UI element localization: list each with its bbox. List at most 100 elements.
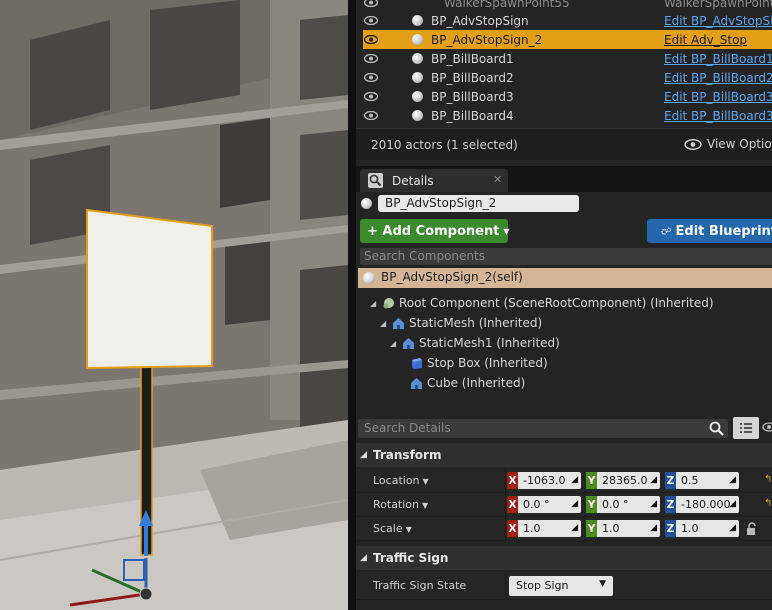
search-components-input[interactable]: Search Components [360,248,772,265]
edit-blueprint-link[interactable]: Edit Adv_Stop [664,33,747,47]
traffic-sign-state-dropdown[interactable]: Stop Sign ▼ [509,576,613,596]
location-y-field[interactable]: Y 28365.0 ◢ [586,472,660,489]
drag-handle-icon: ◢ [729,499,736,509]
edit-blueprint-label: Edit Blueprint [675,223,772,239]
visibility-eye-icon[interactable] [364,111,378,120]
drag-handle-icon: ◢ [571,475,578,485]
location-x-field[interactable]: X -1063.0 ◢ [507,472,581,489]
static-mesh-icon [411,377,422,389]
outliner-row[interactable]: BP_BillBoard1 Edit BP_BillBoard1 [356,49,772,68]
rotation-y-field[interactable]: Y 0.0 ° ◢ [586,496,660,513]
component-self-label: BP_AdvStopSign_2(self) [381,270,523,284]
edit-blueprint-link[interactable]: Edit BP_AdvStopSign [664,14,772,28]
location-label[interactable]: Location ▼ [373,474,429,487]
component-tree-item[interactable]: ◢ StaticMesh1 (Inherited) [390,334,560,352]
visibility-eye-icon[interactable] [364,54,378,63]
outliner-row-name: BP_BillBoard2 [431,70,514,85]
outliner-row[interactable]: BP_BillBoard2 Edit BP_BillBoard2 [356,68,772,87]
visibility-eye-icon[interactable] [364,35,378,44]
actor-count: 2010 actors (1 selected) [371,138,518,152]
component-tree-label: StaticMesh1 (Inherited) [419,336,560,350]
search-icon[interactable] [709,421,724,436]
scale-y-value: 1.0 [602,522,620,535]
axis-z-badge: Z [665,496,676,513]
scale-z-value: 1.0 [681,522,699,535]
scale-y-field[interactable]: Y 1.0 ◢ [586,520,660,537]
visibility-eye-icon[interactable] [364,73,378,82]
scale-label[interactable]: Scale ▼ [373,522,412,535]
transform-section-header[interactable]: ◢ Transform [356,443,772,467]
drag-handle-icon: ◢ [650,475,657,485]
rotation-label-text: Rotation [373,498,420,511]
edit-blueprint-button[interactable]: Edit Blueprint [647,219,772,243]
location-row: Location ▼ X -1063.0 ◢ Y 28365.0 ◢ Z 0.5 ◢ ↰ [356,469,772,493]
component-tree-item[interactable]: ◢ Root Component (SceneRootComponent) (I… [370,294,714,312]
component-tree-item[interactable]: Cube (Inherited) [410,374,525,392]
chevron-down-icon: ▼ [422,501,429,510]
property-matrix-button[interactable] [733,417,759,439]
outliner-row[interactable]: BP_BillBoard3 Edit BP_BillBoard3 [356,87,772,106]
tree-expand-icon[interactable]: ◢ [370,299,378,308]
axis-y-badge: Y [586,496,597,513]
add-component-button[interactable]: + Add Component ▼ [360,219,510,243]
eye-icon [684,138,702,150]
scale-x-value: 1.0 [523,522,541,535]
tree-expand-icon[interactable]: ◢ [390,339,398,348]
list-view-icon [740,423,752,433]
drag-handle-icon: ◢ [571,523,578,533]
edit-blueprint-link[interactable]: Edit BP_BillBoard3 [664,90,772,104]
tree-expand-icon[interactable]: ◢ [380,319,388,328]
column-divider [505,574,506,599]
reset-to-default-icon[interactable]: ↰ [764,474,772,486]
tab-details-label: Details [392,174,434,188]
actor-name-field[interactable]: BP_AdvStopSign_2 [378,195,579,212]
component-self-row[interactable]: BP_AdvStopSign_2(self) [358,268,772,288]
edit-blueprint-link[interactable]: Edit BP_BillBoard3 [664,109,772,123]
close-tab-icon[interactable]: ✕ [493,173,502,186]
visibility-eye-icon[interactable] [364,16,378,25]
traffic-sign-section-header[interactable]: ◢ Traffic Sign [356,546,772,570]
lock-icon[interactable] [746,522,758,536]
reset-to-default-icon[interactable]: ↰ [764,498,772,510]
edit-blueprint-link[interactable]: Edit BP_BillBoard2 [664,71,772,85]
gears-icon [661,227,672,235]
axis-z-badge: Z [665,520,676,537]
outliner-row-type: WalkerSpawnPoint [664,0,772,10]
outliner-row-name: WalkerSpawnPoint55 [444,0,570,10]
outliner-row-selected[interactable]: BP_AdvStopSign_2 Edit Adv_Stop [363,30,772,49]
location-z-field[interactable]: Z 0.5 ◢ [665,472,739,489]
level-viewport[interactable] [0,0,348,610]
outliner-row[interactable]: BP_AdvStopSign Edit BP_AdvStopSign [356,11,772,30]
rotation-label[interactable]: Rotation ▼ [373,498,428,511]
rotation-x-field[interactable]: X 0.0 ° ◢ [507,496,581,513]
chevron-down-icon: ▼ [503,226,510,236]
visibility-eye-icon[interactable] [364,92,378,101]
edit-blueprint-link[interactable]: Edit BP_BillBoard1 [664,52,772,66]
box-collision-icon [412,357,422,369]
search-details-input[interactable]: Search Details [358,419,728,438]
component-tree-item[interactable]: Stop Box (Inherited) [410,354,548,372]
axis-x-badge: X [507,520,518,537]
scale-z-field[interactable]: Z 1.0 ◢ [665,520,739,537]
editor-side-panel: WalkerSpawnPoint55 WalkerSpawnPoint BP_A… [356,0,772,610]
static-mesh-icon [393,317,404,329]
axis-z-badge: Z [665,472,676,489]
axis-y-badge: Y [586,520,597,537]
view-options-eye-icon[interactable] [762,422,772,432]
visibility-eye-icon[interactable] [364,0,378,7]
rotation-z-value: -180.000 [681,498,731,511]
scale-x-field[interactable]: X 1.0 ◢ [507,520,581,537]
actor-sphere-icon [412,91,423,102]
panel-splitter[interactable] [348,0,356,610]
drag-handle-icon: ◢ [571,499,578,509]
component-tree-item[interactable]: ◢ StaticMesh (Inherited) [380,314,542,332]
tab-details[interactable]: Details ✕ [360,169,508,192]
view-options-button[interactable]: View Options [684,137,772,151]
outliner-row[interactable]: BP_BillBoard4 Edit BP_BillBoard3 [356,106,772,125]
component-tree-label: Cube (Inherited) [427,376,526,390]
traffic-sign-state-row: Traffic Sign State Stop Sign ▼ [356,574,772,600]
details-tab-bar: Details ✕ [356,166,772,192]
actor-sphere-icon [412,53,423,64]
rotation-z-field[interactable]: Z -180.000 ◢ [665,496,739,513]
component-tree-label: Root Component (SceneRootComponent) (Inh… [399,296,714,310]
